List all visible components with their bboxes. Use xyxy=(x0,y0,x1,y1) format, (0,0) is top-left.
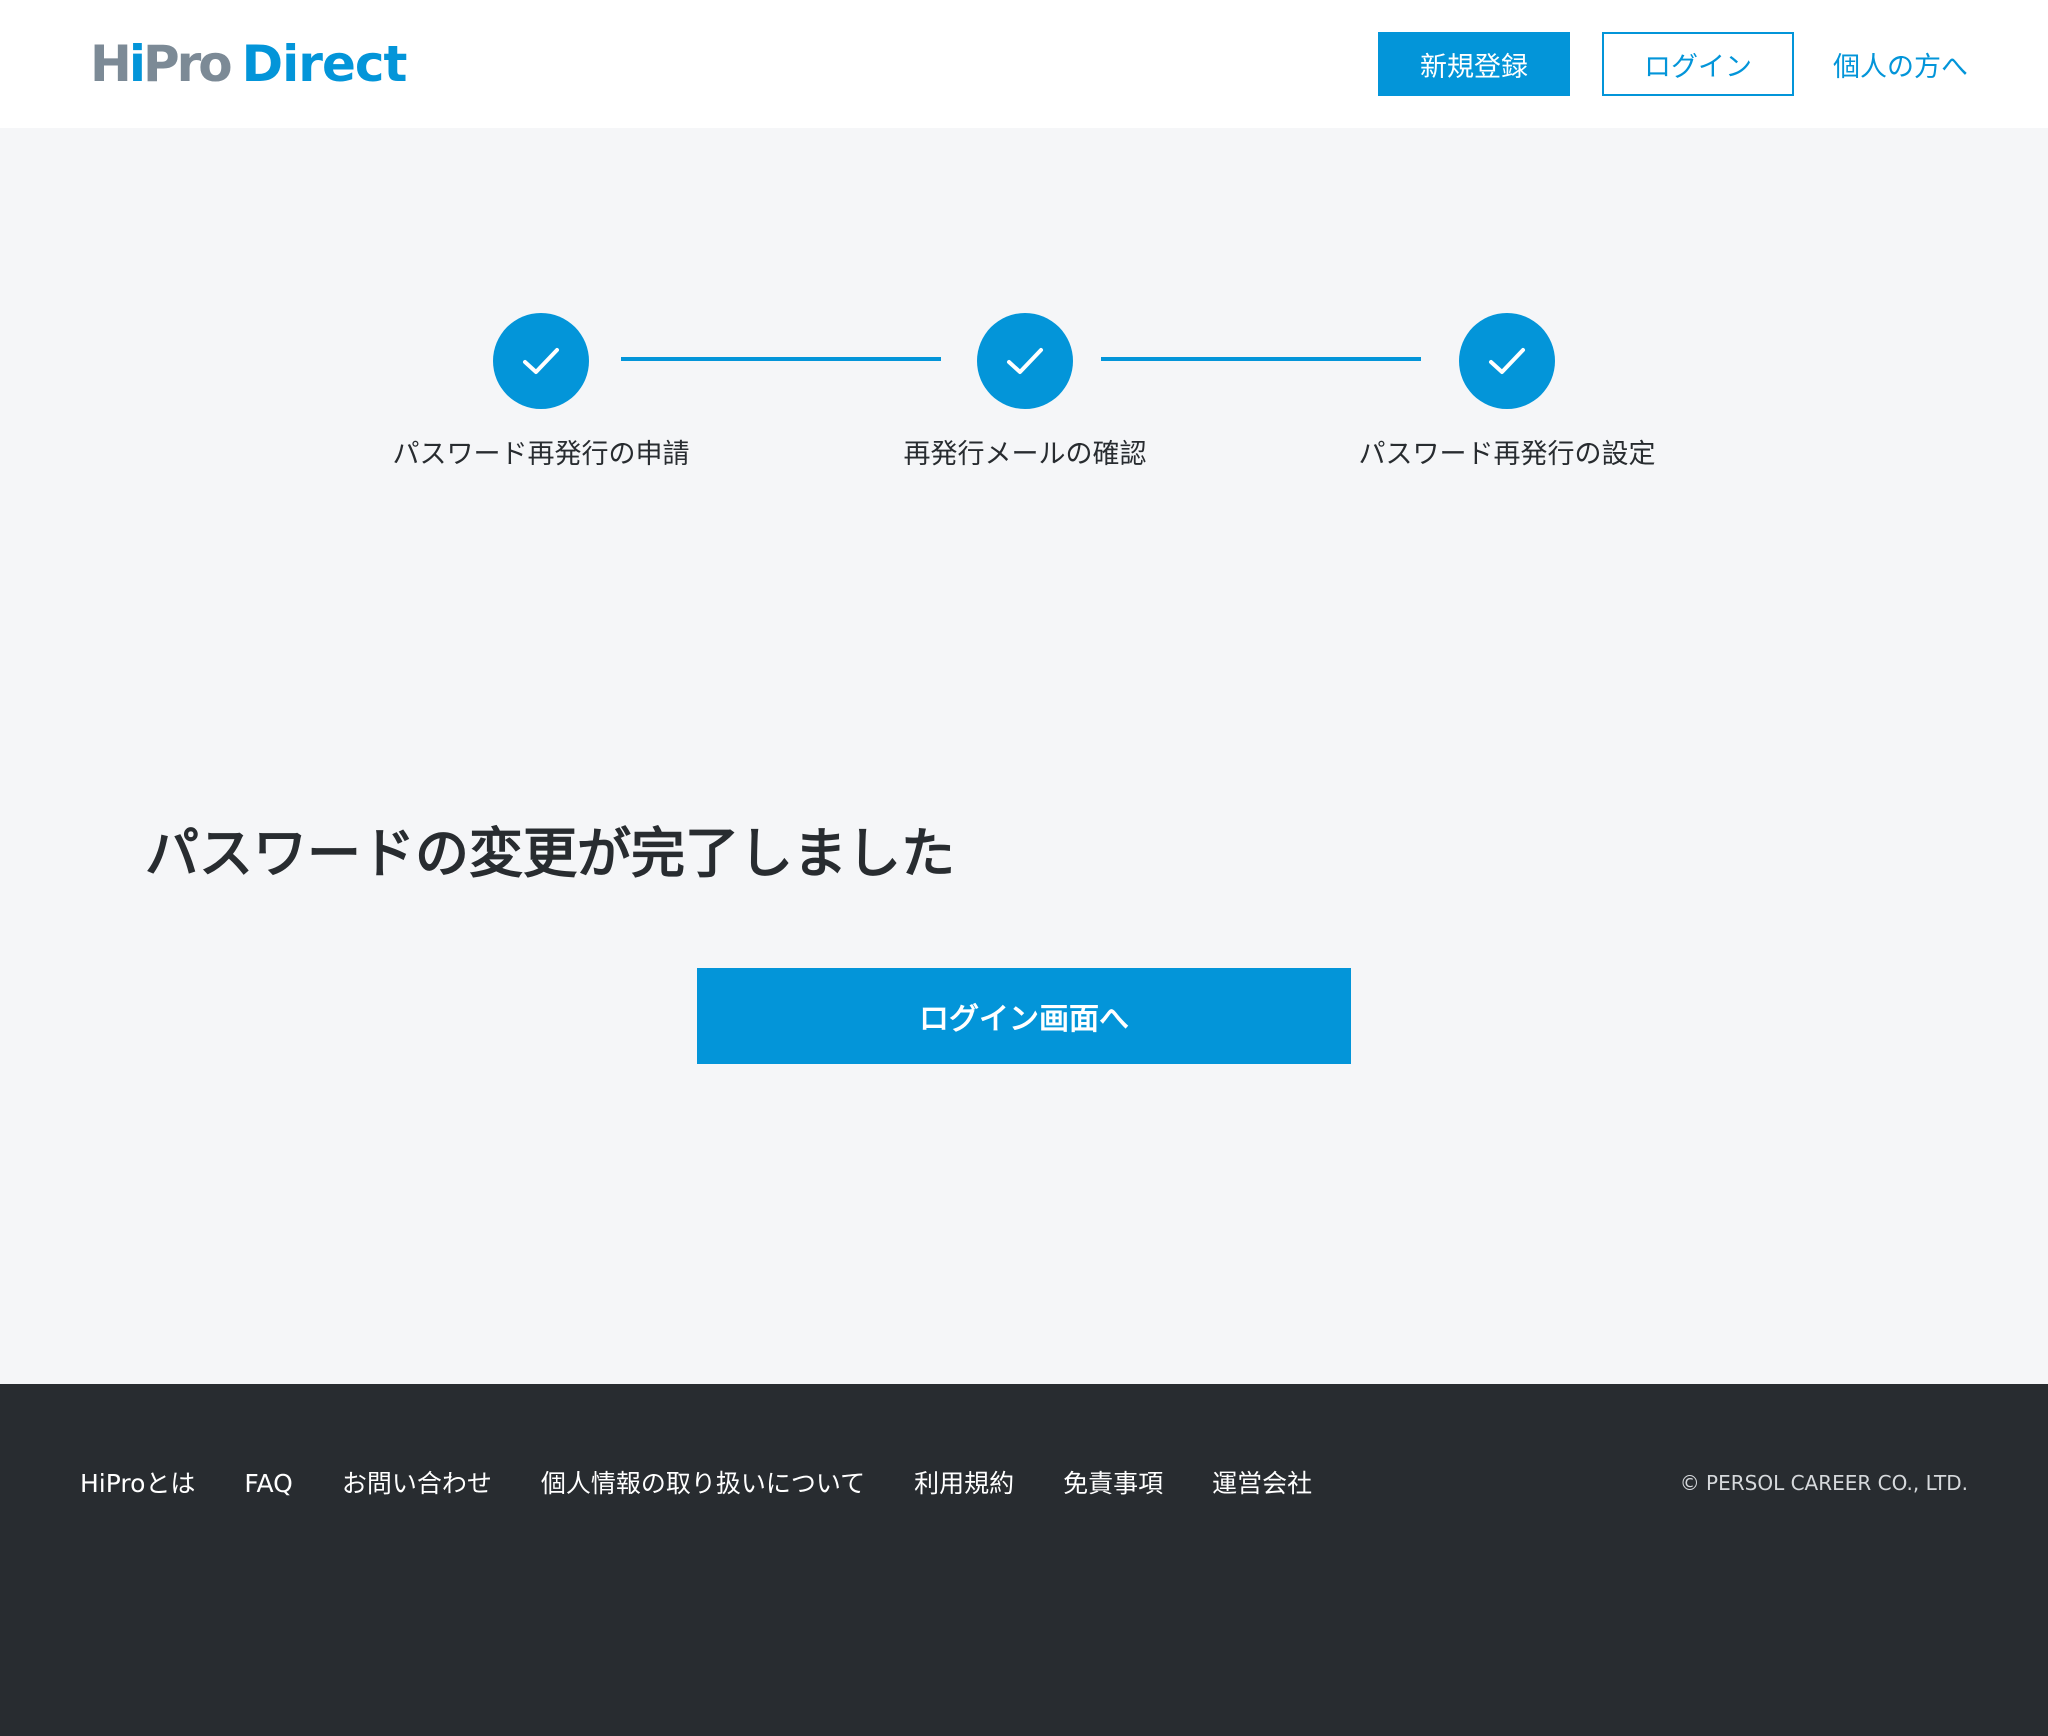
footer-link-terms[interactable]: 利用規約 xyxy=(914,1466,1014,1502)
logo-hipro-text: HiPro xyxy=(90,35,233,93)
go-to-login-button[interactable]: ログイン画面へ xyxy=(697,968,1351,1064)
step-1-label: パスワード再発行の申請 xyxy=(392,439,690,470)
footer-link-privacy[interactable]: 個人情報の取り扱いについて xyxy=(541,1466,865,1502)
footer-link-about[interactable]: HiProとは xyxy=(80,1466,195,1502)
check-icon xyxy=(1007,348,1043,374)
step-3-circle xyxy=(1459,313,1555,409)
footer-link-faq[interactable]: FAQ xyxy=(244,1466,292,1502)
copyright: © PERSOL CAREER CO., LTD. xyxy=(1679,1471,1968,1495)
site-footer: HiProとは FAQ お問い合わせ 個人情報の取り扱いについて 利用規約 免責… xyxy=(0,1384,2048,1736)
step-connector-1 xyxy=(621,357,941,361)
individual-link[interactable]: 個人の方へ xyxy=(1826,32,1968,96)
step-connector-2 xyxy=(1101,357,1421,361)
footer-link-company[interactable]: 運営会社 xyxy=(1212,1466,1312,1502)
footer-link-contact[interactable]: お問い合わせ xyxy=(342,1466,492,1502)
footer-link-disclaimer[interactable]: 免責事項 xyxy=(1063,1466,1163,1502)
site-header: HiPro Direct 新規登録 ログイン 個人の方へ xyxy=(0,0,2048,128)
step-2-label: 再発行メールの確認 xyxy=(903,439,1147,470)
hipro-direct-logo[interactable]: HiPro Direct xyxy=(90,35,408,93)
step-3-label: パスワード再発行の設定 xyxy=(1358,439,1656,470)
step-2-circle xyxy=(977,313,1073,409)
login-button[interactable]: ログイン xyxy=(1602,32,1794,96)
logo-direct-text: Direct xyxy=(241,35,408,93)
page-title: パスワードの変更が完了しました xyxy=(145,822,955,885)
footer-nav: HiProとは FAQ お問い合わせ 個人情報の取り扱いについて 利用規約 免責… xyxy=(80,1466,1361,1502)
step-1-circle xyxy=(493,313,589,409)
check-icon xyxy=(1489,348,1525,374)
register-button[interactable]: 新規登録 xyxy=(1378,32,1570,96)
check-icon xyxy=(523,348,559,374)
